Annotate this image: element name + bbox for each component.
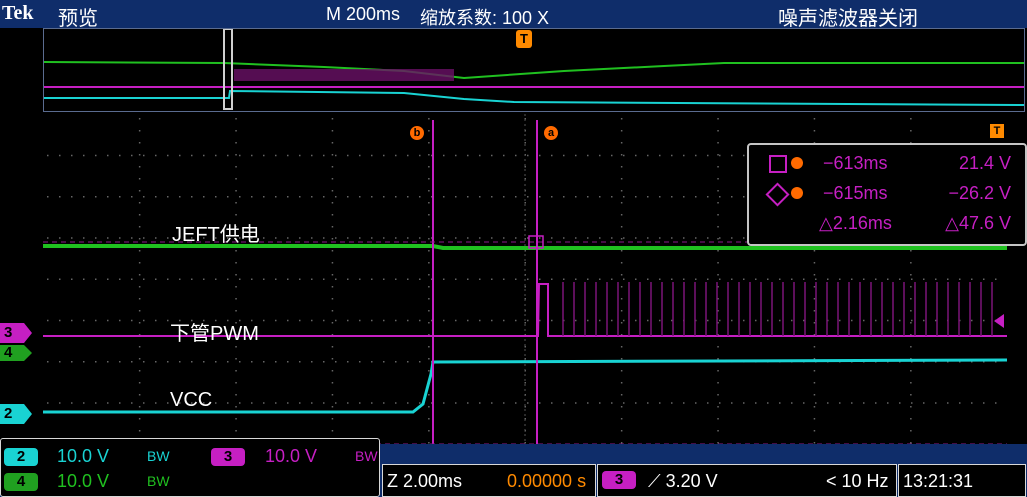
zoom-settings-panel[interactable]: Z 2.00ms 0.00000 s <box>382 464 596 497</box>
channel-4-marker[interactable]: 4 <box>0 345 32 361</box>
diamond-cursor-icon <box>765 182 790 207</box>
cursor-readout-panel: −613ms 21.4 V −615ms −26.2 V △2.16ms △47… <box>747 143 1027 246</box>
zoom-factor-readout: 缩放系数: 100 X <box>420 8 550 28</box>
brand-logo: Tek <box>2 2 34 24</box>
ch2-scale: 10.0 V <box>57 446 110 466</box>
trigger-frequency: < 10 Hz <box>826 471 889 491</box>
ch4-bw-limit: BW <box>147 473 170 489</box>
cursor-b-time: −615ms <box>823 183 888 203</box>
trigger-level: ⟋ 3.20 V <box>648 471 718 491</box>
overview-waveform-window[interactable] <box>43 28 1025 112</box>
vertical-settings-panel[interactable]: 2 10.0 V BW 3 10.0 V BW 4 10.0 V BW <box>0 438 380 497</box>
cursor-b-row: −615ms −26.2 V <box>757 179 1017 207</box>
cursor-a-marker[interactable]: a <box>544 126 558 140</box>
cursor-a-dot-icon <box>791 157 803 169</box>
mode-label: 预览 <box>58 8 98 30</box>
pwm-pulse-train <box>562 282 993 336</box>
timebase-readout: M 200ms <box>326 4 401 24</box>
cursor-a-value: 21.4 V <box>958 153 1011 173</box>
overview-traces <box>44 29 1024 110</box>
zoom-position: 0.00000 s <box>507 471 587 491</box>
label-pwm: 下管PWM <box>170 323 259 345</box>
clock-time: 13:21:31 <box>903 471 974 491</box>
trigger-position-marker[interactable]: T <box>516 30 532 48</box>
square-cursor-icon <box>769 155 787 173</box>
overview-trace-ch2 <box>44 89 1024 106</box>
ch3-badge[interactable]: 3 <box>211 448 245 466</box>
ch3-bw-limit: BW <box>355 448 378 464</box>
trigger-channel-badge[interactable]: 3 <box>602 471 636 489</box>
ch4-badge[interactable]: 4 <box>4 473 38 491</box>
clock-panel: 13:21:31 <box>898 464 1026 497</box>
ch4-scale: 10.0 V <box>57 471 110 491</box>
cursor-delta-row: △2.16ms △47.6 V <box>757 209 1017 237</box>
cursor-delta-value: △47.6 V <box>945 213 1011 233</box>
cursor-b-dot-icon <box>791 187 803 199</box>
overview-trace-ch4 <box>44 61 1024 80</box>
channel-3-marker[interactable]: 3 <box>0 323 32 343</box>
cursor-delta-time: △2.16ms <box>819 213 892 233</box>
ch2-bw-limit: BW <box>147 448 170 464</box>
label-jeft: JEFT供电 <box>172 224 260 246</box>
overview-trace-ch3-burst <box>234 69 454 81</box>
trigger-marker-icon: T <box>990 124 1004 138</box>
channel-2-marker[interactable]: 2 <box>0 404 32 424</box>
ch3-scale: 10.0 V <box>265 446 318 466</box>
trigger-settings-panel[interactable]: 3 ⟋ 3.20 V < 10 Hz <box>597 464 897 497</box>
cursor-b-marker[interactable]: b <box>410 126 424 140</box>
cursor-a-row: −613ms 21.4 V <box>757 149 1017 177</box>
ch2-badge[interactable]: 2 <box>4 448 38 466</box>
noise-filter-status: 噪声滤波器关闭 <box>778 8 918 30</box>
cursor-b-value: −26.2 V <box>948 183 1011 203</box>
zoom-scale: Z 2.00ms <box>387 471 463 491</box>
label-vcc: VCC <box>170 389 213 411</box>
cursor-a-time: −613ms <box>823 153 888 173</box>
trigger-level-arrow-icon[interactable] <box>994 314 1004 328</box>
